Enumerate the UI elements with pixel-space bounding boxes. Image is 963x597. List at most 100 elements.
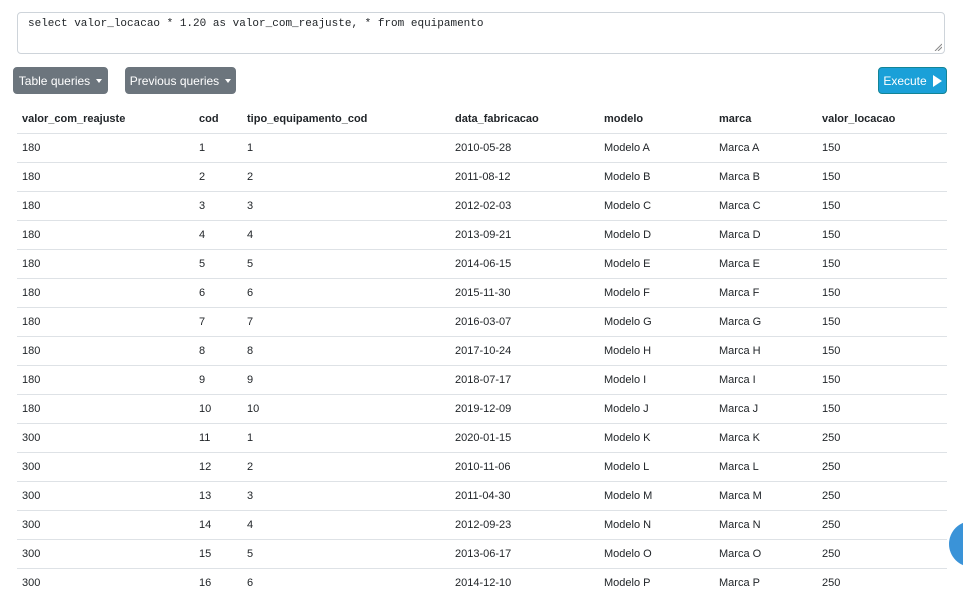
table-row: 180 10 10 2019-12-09 Modelo J Marca J 150 bbox=[17, 394, 947, 424]
query-text: select valor_locacao * 1.20 as valor_com… bbox=[28, 18, 484, 30]
table-row: 300 16 6 2014-12-10 Modelo P Marca P 250 bbox=[17, 568, 947, 597]
table-cell: Marca P bbox=[714, 568, 817, 597]
table-cell: 150 bbox=[817, 365, 947, 395]
column-header: cod bbox=[194, 105, 242, 134]
table-cell: 180 bbox=[17, 133, 194, 163]
table-cell: 5 bbox=[194, 249, 242, 279]
table-row: 300 11 1 2020-01-15 Modelo K Marca K 250 bbox=[17, 423, 947, 453]
column-header: modelo bbox=[599, 105, 714, 134]
table-cell: Marca N bbox=[714, 510, 817, 540]
previous-queries-button[interactable]: Previous queries bbox=[125, 67, 236, 94]
table-cell: 250 bbox=[817, 510, 947, 540]
resize-handle-icon[interactable] bbox=[934, 43, 942, 51]
table-cell: 10 bbox=[194, 394, 242, 424]
table-row: 180 6 6 2015-11-30 Modelo F Marca F 150 bbox=[17, 278, 947, 308]
table-cell: 2016-03-07 bbox=[450, 307, 599, 337]
table-row: 180 5 5 2014-06-15 Modelo E Marca E 150 bbox=[17, 249, 947, 279]
table-cell: 300 bbox=[17, 481, 194, 511]
query-textarea[interactable]: select valor_locacao * 1.20 as valor_com… bbox=[17, 12, 945, 54]
execute-button[interactable]: Execute bbox=[878, 67, 947, 94]
table-cell: Modelo B bbox=[599, 162, 714, 192]
caret-down-icon bbox=[225, 79, 232, 83]
table-cell: 2013-06-17 bbox=[450, 539, 599, 569]
table-cell: 9 bbox=[242, 365, 450, 395]
table-cell: 250 bbox=[817, 423, 947, 453]
column-header: tipo_equipamento_cod bbox=[242, 105, 450, 134]
table-cell: 2013-09-21 bbox=[450, 220, 599, 250]
table-cell: 9 bbox=[194, 365, 242, 395]
table-cell: 13 bbox=[194, 481, 242, 511]
table-row: 180 4 4 2013-09-21 Modelo D Marca D 150 bbox=[17, 220, 947, 250]
table-cell: Marca J bbox=[714, 394, 817, 424]
table-cell: Modelo P bbox=[599, 568, 714, 597]
table-cell: Marca O bbox=[714, 539, 817, 569]
table-cell: 300 bbox=[17, 452, 194, 482]
table-cell: 2011-08-12 bbox=[450, 162, 599, 192]
results-body: 180 1 1 2010-05-28 Modelo A Marca A 150 180 2 2 20… bbox=[17, 133, 947, 597]
table-cell: Marca F bbox=[714, 278, 817, 308]
table-cell: 150 bbox=[817, 394, 947, 424]
table-cell: 180 bbox=[17, 249, 194, 279]
column-header: data_fabricacao bbox=[450, 105, 599, 134]
table-cell: 2017-10-24 bbox=[450, 336, 599, 366]
table-cell: 150 bbox=[817, 162, 947, 192]
table-cell: 7 bbox=[242, 307, 450, 337]
table-cell: 3 bbox=[194, 191, 242, 221]
table-cell: Marca I bbox=[714, 365, 817, 395]
table-cell: 5 bbox=[242, 539, 450, 569]
table-cell: 2014-12-10 bbox=[450, 568, 599, 597]
table-row: 180 7 7 2016-03-07 Modelo G Marca G 150 bbox=[17, 307, 947, 337]
table-queries-label: Table queries bbox=[18, 73, 91, 88]
table-cell: Modelo G bbox=[599, 307, 714, 337]
table-cell: 8 bbox=[242, 336, 450, 366]
table-row: 180 3 3 2012-02-03 Modelo C Marca C 150 bbox=[17, 191, 947, 221]
table-cell: 3 bbox=[242, 481, 450, 511]
table-cell: 250 bbox=[817, 481, 947, 511]
play-icon bbox=[932, 74, 942, 87]
table-cell: 2014-06-15 bbox=[450, 249, 599, 279]
table-cell: 2012-09-23 bbox=[450, 510, 599, 540]
table-cell: 1 bbox=[242, 423, 450, 453]
table-cell: Modelo H bbox=[599, 336, 714, 366]
table-queries-button[interactable]: Table queries bbox=[13, 67, 108, 94]
table-cell: 2019-12-09 bbox=[450, 394, 599, 424]
table-cell: Marca B bbox=[714, 162, 817, 192]
table-cell: 250 bbox=[817, 568, 947, 597]
table-cell: 14 bbox=[194, 510, 242, 540]
table-cell: 180 bbox=[17, 191, 194, 221]
table-cell: 2010-11-06 bbox=[450, 452, 599, 482]
table-cell: 150 bbox=[817, 133, 947, 163]
table-cell: Marca K bbox=[714, 423, 817, 453]
table-cell: Modelo D bbox=[599, 220, 714, 250]
table-cell: 150 bbox=[817, 220, 947, 250]
table-cell: Marca G bbox=[714, 307, 817, 337]
table-cell: Marca L bbox=[714, 452, 817, 482]
table-cell: 180 bbox=[17, 365, 194, 395]
table-cell: 6 bbox=[242, 278, 450, 308]
table-cell: 11 bbox=[194, 423, 242, 453]
table-cell: 12 bbox=[194, 452, 242, 482]
table-cell: 2018-07-17 bbox=[450, 365, 599, 395]
table-cell: Modelo C bbox=[599, 191, 714, 221]
table-cell: 1 bbox=[194, 133, 242, 163]
table-cell: 150 bbox=[817, 278, 947, 308]
table-cell: Modelo L bbox=[599, 452, 714, 482]
table-cell: Marca E bbox=[714, 249, 817, 279]
table-cell: 150 bbox=[817, 336, 947, 366]
table-cell: 2 bbox=[194, 162, 242, 192]
table-row: 180 1 1 2010-05-28 Modelo A Marca A 150 bbox=[17, 133, 947, 163]
table-cell: 250 bbox=[817, 452, 947, 482]
table-cell: Modelo I bbox=[599, 365, 714, 395]
column-header: valor_locacao bbox=[817, 105, 947, 134]
table-cell: Modelo A bbox=[599, 133, 714, 163]
table-row: 180 9 9 2018-07-17 Modelo I Marca I 150 bbox=[17, 365, 947, 395]
table-cell: 2011-04-30 bbox=[450, 481, 599, 511]
floating-action-button[interactable] bbox=[949, 521, 963, 567]
table-cell: 7 bbox=[194, 307, 242, 337]
table-cell: Modelo E bbox=[599, 249, 714, 279]
table-cell: Modelo M bbox=[599, 481, 714, 511]
table-cell: Modelo K bbox=[599, 423, 714, 453]
table-cell: 2015-11-30 bbox=[450, 278, 599, 308]
table-cell: 250 bbox=[817, 539, 947, 569]
table-cell: 300 bbox=[17, 568, 194, 597]
